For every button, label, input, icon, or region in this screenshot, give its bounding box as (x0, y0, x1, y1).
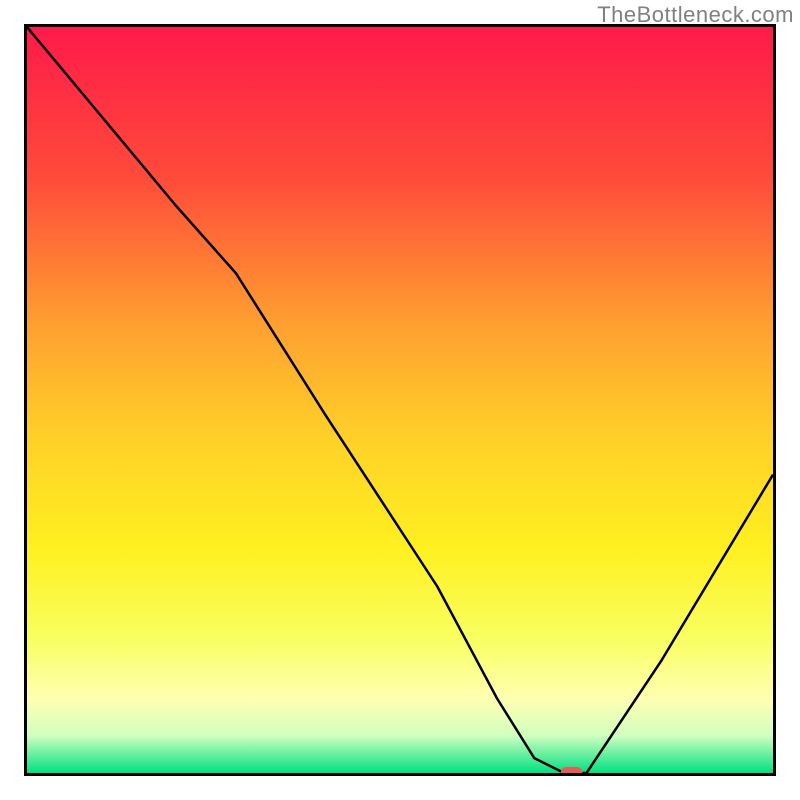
optimal-marker (561, 767, 583, 773)
chart-svg (27, 27, 773, 773)
chart-container: TheBottleneck.com (0, 0, 800, 800)
plot-area (24, 24, 776, 776)
